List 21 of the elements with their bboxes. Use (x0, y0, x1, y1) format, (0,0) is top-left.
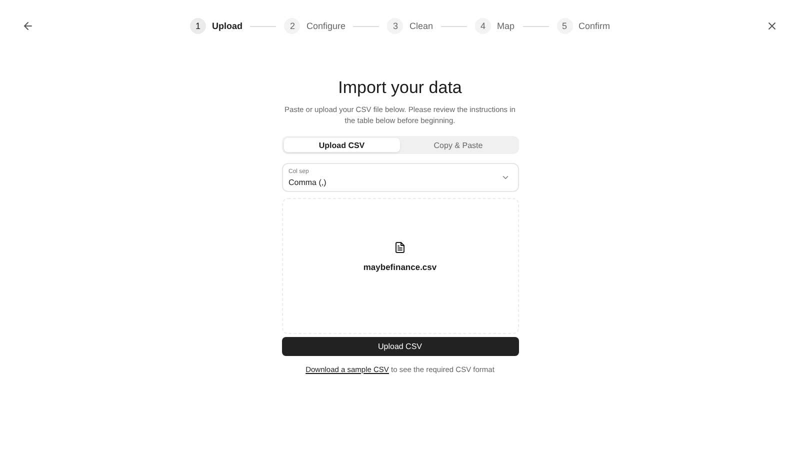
tab[interactable]: Upload CSV (284, 138, 400, 152)
step-label: Confirm (578, 21, 610, 31)
close-icon (766, 20, 778, 32)
file-name: maybefinance.csv (363, 262, 437, 272)
step-label: Configure (306, 21, 346, 31)
step-label: Upload (212, 21, 242, 31)
step-number: 5 (556, 18, 573, 34)
chevron-down-icon (500, 173, 510, 182)
select-value: Comma (,) (288, 178, 326, 186)
page-title: Import your data (337, 78, 463, 98)
step-number: 1 (190, 18, 206, 34)
step-number: 2 (284, 18, 300, 34)
upload-button[interactable]: Upload CSV (282, 337, 518, 356)
arrow-left-icon (22, 20, 34, 32)
file-icon (394, 240, 406, 254)
tab[interactable]: Copy & Paste (400, 138, 516, 152)
step-number: 3 (387, 18, 404, 34)
step-label: Map (497, 21, 515, 31)
file-dropzone[interactable]: maybefinance.csv (282, 198, 518, 334)
step-number: 4 (475, 18, 491, 34)
step-label: Clean (409, 21, 433, 31)
